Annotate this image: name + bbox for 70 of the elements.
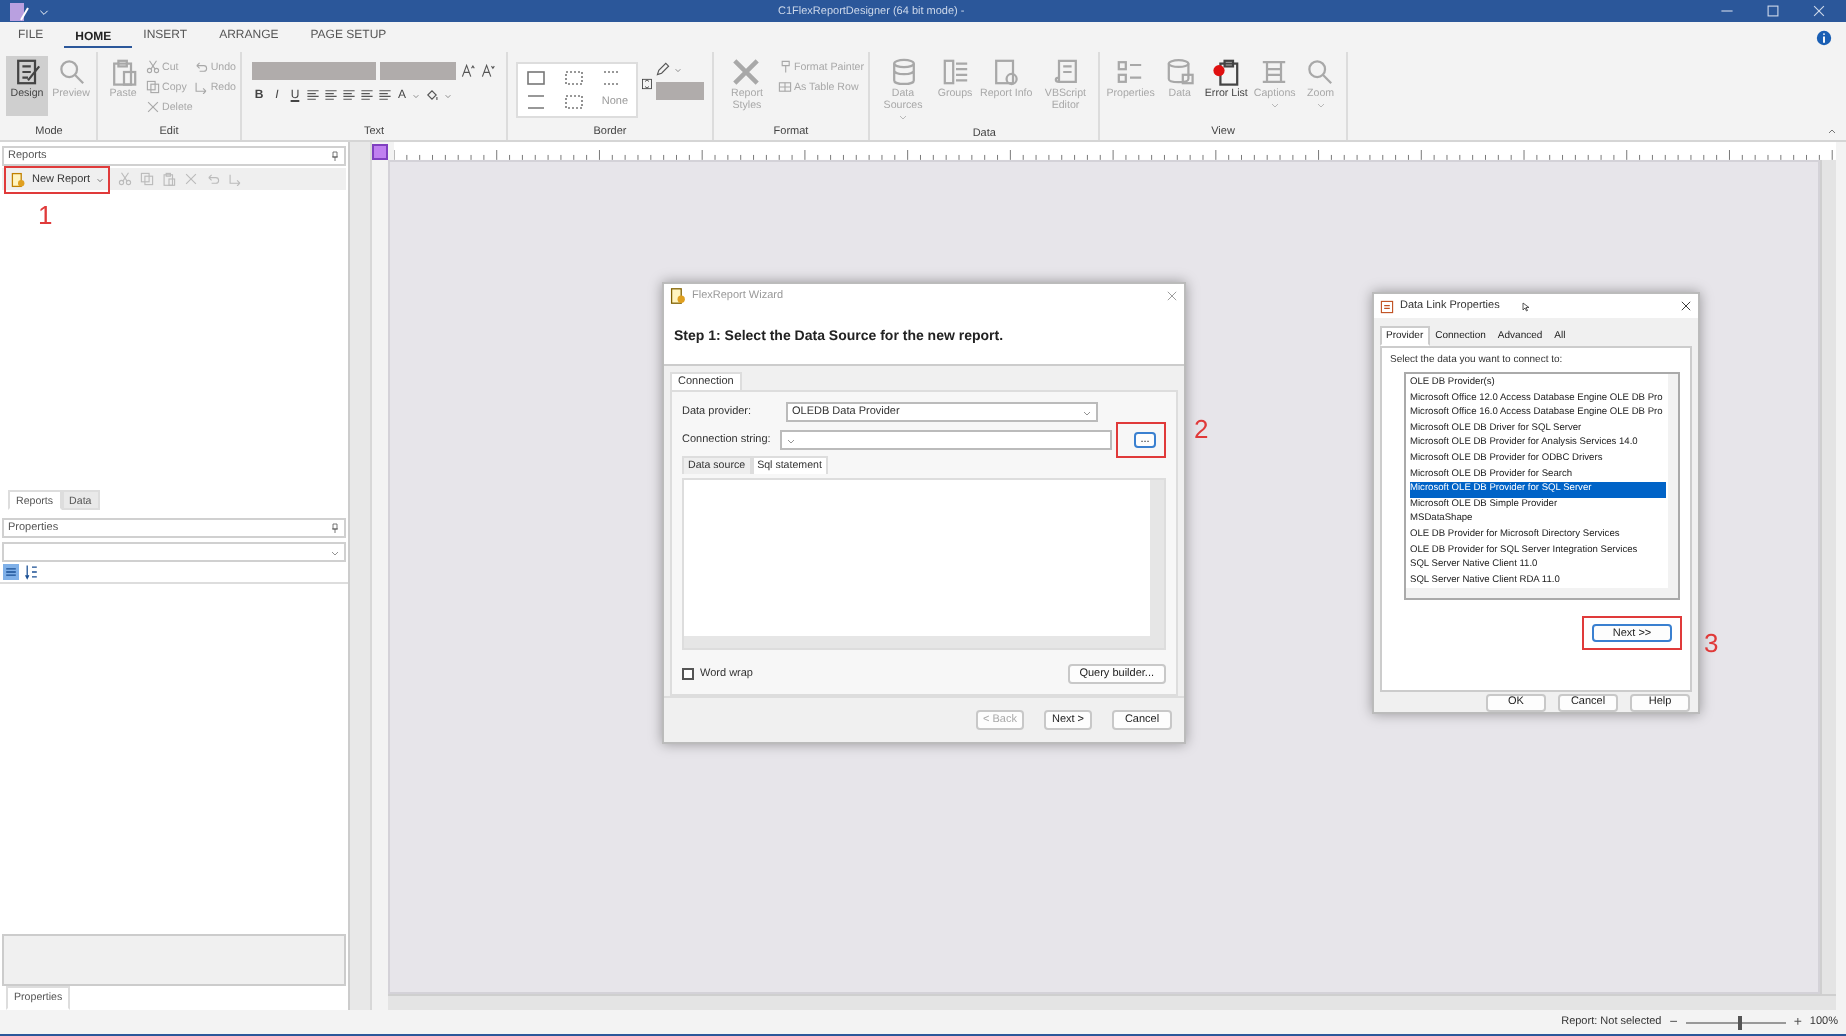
connection-string-field[interactable] <box>779 430 1112 450</box>
vertical-scrollbar[interactable] <box>1820 160 1836 994</box>
font-field[interactable] <box>251 62 376 80</box>
vertical-scrollbar[interactable] <box>1150 480 1164 636</box>
align-icon[interactable] <box>323 88 338 102</box>
database-icon <box>889 58 918 86</box>
categorized-icon[interactable] <box>2 564 20 580</box>
annotation-number: 1 <box>38 202 53 228</box>
border-style-icon[interactable] <box>559 68 588 88</box>
clipboard-icon <box>109 58 137 86</box>
data-link-icon <box>1380 299 1394 313</box>
document-pencil-icon <box>13 58 41 86</box>
checklist-icon <box>1116 58 1145 86</box>
caret-icon[interactable] <box>673 65 682 73</box>
cross-icon[interactable] <box>184 172 199 186</box>
align-icon[interactable] <box>359 88 374 102</box>
copy-icon[interactable] <box>140 172 155 186</box>
redo-arrow-icon <box>194 80 209 94</box>
vertical-scrollbar[interactable] <box>1668 374 1678 588</box>
magnifier-icon <box>57 58 85 86</box>
pen-icon[interactable] <box>655 62 670 76</box>
zoom-slider-thumb[interactable] <box>1738 1015 1743 1029</box>
align-icon[interactable] <box>341 88 356 102</box>
brush-icon <box>777 60 792 74</box>
maximize-icon[interactable] <box>1766 4 1780 18</box>
scroll-icon <box>1051 58 1080 86</box>
caret-icon <box>96 175 105 183</box>
undo-arrow-icon <box>194 60 209 74</box>
database-table-icon <box>1165 58 1194 86</box>
undo-arrow-icon[interactable] <box>206 172 221 186</box>
wizard-icon <box>670 288 686 304</box>
table-icon <box>777 80 792 94</box>
annotation-number: 2 <box>1194 416 1209 442</box>
ruler-corner-box <box>372 143 388 159</box>
clipboard-error-icon <box>1212 58 1241 86</box>
horizontal-scrollbar[interactable] <box>1406 588 1678 598</box>
scissors-icon[interactable] <box>118 172 133 186</box>
minimize-icon[interactable] <box>1720 4 1734 18</box>
caret-icon[interactable] <box>38 5 50 17</box>
cross-icon <box>146 100 160 114</box>
font-size-field[interactable] <box>379 62 456 80</box>
new-report-icon <box>10 171 26 187</box>
redo-arrow-icon[interactable] <box>228 172 243 186</box>
pin-icon[interactable] <box>330 150 340 162</box>
horizontal-scrollbar[interactable] <box>388 994 1836 1010</box>
scissors-icon <box>146 60 160 74</box>
border-style-icon[interactable] <box>521 68 550 88</box>
crossed-tools-icon <box>732 58 761 86</box>
sort-az-icon[interactable] <box>24 564 40 580</box>
close-icon[interactable] <box>1680 300 1692 312</box>
annotation-number: 3 <box>1704 630 1719 656</box>
border-style-icon[interactable] <box>559 92 588 112</box>
grow-font-icon[interactable] <box>459 64 476 78</box>
clipboard-icon[interactable] <box>162 172 177 186</box>
document-gear-icon <box>992 58 1021 86</box>
magnifier-icon <box>1306 58 1335 86</box>
align-icon[interactable] <box>377 88 392 102</box>
copy-icon <box>146 80 160 94</box>
horizontal-scrollbar[interactable] <box>684 636 1164 648</box>
align-icon[interactable] <box>305 88 320 102</box>
border-color-box[interactable] <box>655 82 704 100</box>
caption-bar-icon <box>1260 58 1289 86</box>
caret-icon[interactable] <box>411 91 420 99</box>
shrink-font-icon[interactable] <box>479 64 496 78</box>
pointer-icon <box>1521 299 1532 313</box>
info-icon[interactable] <box>1816 29 1832 45</box>
fill-color-icon[interactable] <box>423 88 440 102</box>
grouped-list-icon <box>941 58 970 86</box>
caret-icon[interactable] <box>443 91 452 99</box>
pin-icon[interactable] <box>330 522 340 534</box>
